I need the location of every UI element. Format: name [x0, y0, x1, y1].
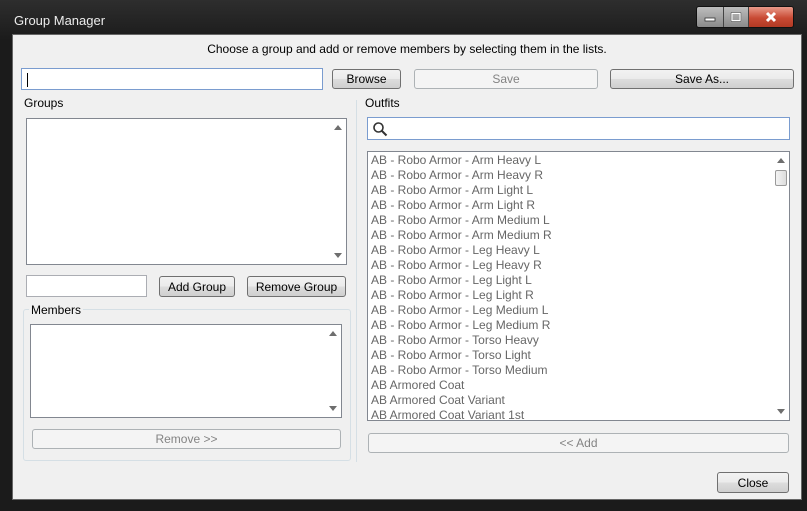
list-item[interactable]: AB - Robo Armor - Leg Light L [368, 273, 772, 288]
minimize-icon [704, 17, 716, 22]
list-item[interactable]: AB - Robo Armor - Leg Medium R [368, 318, 772, 333]
outfits-label: Outfits [365, 96, 400, 110]
members-label: Members [29, 303, 84, 317]
groups-label: Groups [24, 96, 64, 110]
list-item[interactable]: AB - Robo Armor - Leg Light R [368, 288, 772, 303]
window-controls [696, 6, 794, 28]
list-item[interactable]: AB - Robo Armor - Torso Heavy [368, 333, 772, 348]
add-group-button[interactable]: Add Group [159, 276, 235, 297]
list-item[interactable]: AB - Robo Armor - Arm Light L [368, 183, 772, 198]
scroll-up-icon[interactable] [777, 158, 785, 163]
outfits-scrollbar[interactable] [773, 152, 789, 420]
remove-group-button[interactable]: Remove Group [247, 276, 346, 297]
save-as-button[interactable]: Save As... [610, 69, 794, 89]
scroll-up-icon[interactable] [329, 331, 337, 336]
scroll-thumb[interactable] [775, 170, 787, 186]
save-button[interactable]: Save [414, 69, 598, 89]
list-item[interactable]: AB - Robo Armor - Torso Medium [368, 363, 772, 378]
groups-scrollbar[interactable] [330, 119, 346, 264]
list-item[interactable]: AB - Robo Armor - Leg Heavy R [368, 258, 772, 273]
list-item[interactable]: AB - Robo Armor - Arm Medium R [368, 228, 772, 243]
panel-divider [356, 100, 357, 462]
close-button[interactable]: Close [717, 472, 789, 493]
list-item[interactable]: AB - Robo Armor - Leg Heavy L [368, 243, 772, 258]
window-close-button[interactable] [749, 7, 793, 27]
list-item[interactable]: AB - Robo Armor - Leg Medium L [368, 303, 772, 318]
members-list[interactable] [30, 324, 342, 418]
members-scrollbar[interactable] [325, 325, 341, 417]
scroll-up-icon[interactable] [334, 125, 342, 130]
list-item[interactable]: AB - Robo Armor - Torso Light [368, 348, 772, 363]
text-caret [27, 73, 28, 87]
minimize-button[interactable] [697, 7, 724, 27]
outfit-search-input[interactable] [367, 117, 790, 140]
group-file-path-input[interactable] [21, 68, 323, 90]
add-outfit-button[interactable]: << Add [368, 433, 789, 453]
list-item[interactable]: AB Armored Coat [368, 378, 772, 393]
close-icon [765, 11, 777, 23]
list-item[interactable]: AB - Robo Armor - Arm Medium L [368, 213, 772, 228]
scroll-down-icon[interactable] [334, 253, 342, 258]
dialog-client-area: Choose a group and add or remove members… [12, 34, 802, 500]
scroll-down-icon[interactable] [329, 406, 337, 411]
instruction-text: Choose a group and add or remove members… [207, 42, 607, 56]
outfits-list[interactable]: AB - Robo Armor - Arm Heavy L AB - Robo A… [367, 151, 790, 421]
browse-button[interactable]: Browse [332, 69, 401, 89]
window-title: Group Manager [14, 13, 106, 28]
list-item[interactable]: AB Armored Coat Variant 1st [368, 408, 772, 420]
scroll-down-icon[interactable] [777, 409, 785, 414]
list-item[interactable]: AB Armored Coat Variant [368, 393, 772, 408]
list-item[interactable]: AB - Robo Armor - Arm Heavy R [368, 168, 772, 183]
group-manager-window: Group Manager Choose a group and add or … [0, 0, 807, 511]
remove-member-button[interactable]: Remove >> [32, 429, 341, 449]
groups-list[interactable] [26, 118, 347, 265]
list-item[interactable]: AB - Robo Armor - Arm Heavy L [368, 153, 772, 168]
maximize-icon [730, 12, 742, 22]
new-group-name-input[interactable] [26, 275, 147, 297]
maximize-button[interactable] [724, 7, 749, 27]
search-icon [373, 122, 388, 137]
title-bar[interactable]: Group Manager [0, 0, 807, 34]
list-item[interactable]: AB - Robo Armor - Arm Light R [368, 198, 772, 213]
outfits-items: AB - Robo Armor - Arm Heavy L AB - Robo A… [368, 153, 772, 420]
